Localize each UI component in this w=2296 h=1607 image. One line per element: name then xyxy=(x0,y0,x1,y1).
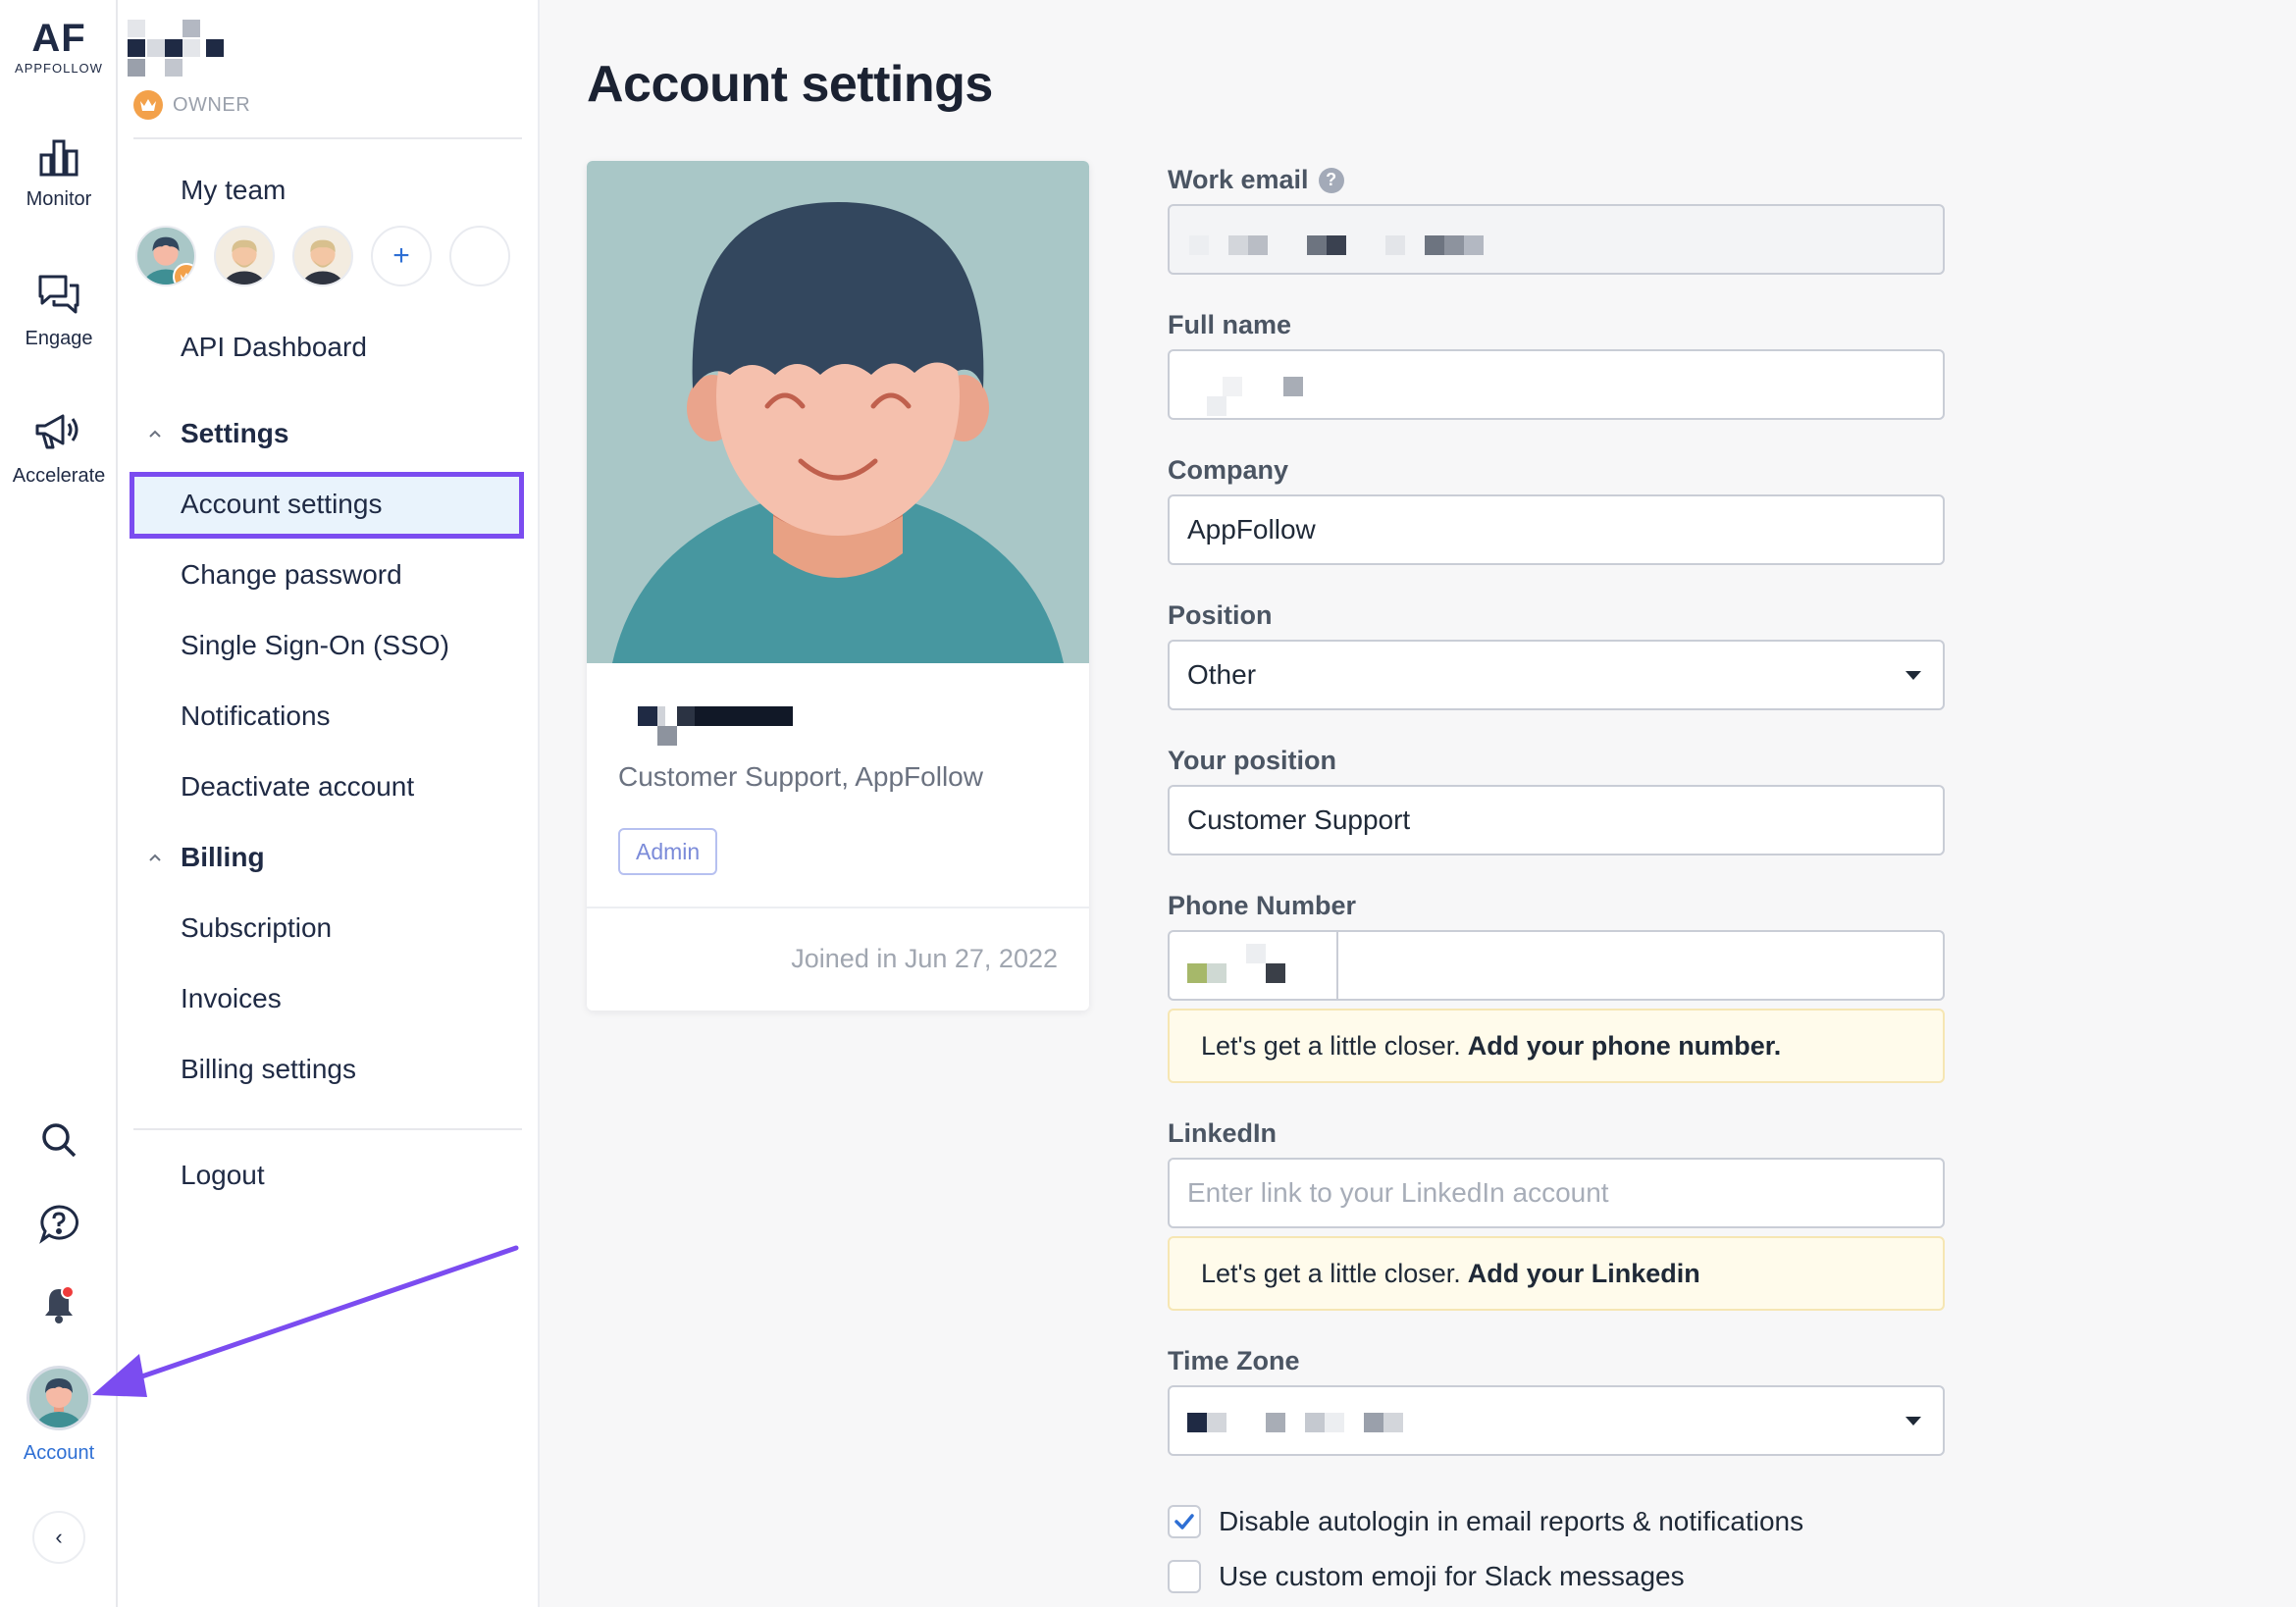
nav-notifications[interactable]: Notifications xyxy=(181,700,331,732)
notification-dot xyxy=(61,1285,75,1299)
nav-account-settings[interactable]: Account settings xyxy=(181,489,382,520)
empty-avatar-slot[interactable] xyxy=(449,226,510,286)
help-circle-icon xyxy=(39,1205,78,1244)
avatar[interactable] xyxy=(135,226,196,286)
checkmark-icon xyxy=(1174,1514,1194,1529)
profile-role: Customer Support, AppFollow xyxy=(618,761,983,792)
company-value: AppFollow xyxy=(1187,514,1316,544)
divider xyxy=(133,137,522,139)
nav-deactivate-account[interactable]: Deactivate account xyxy=(181,771,414,803)
appfollow-logo[interactable]: AF APPFOLLOW xyxy=(14,18,104,76)
nav-subscription[interactable]: Subscription xyxy=(181,912,332,944)
company-label: Company xyxy=(1168,455,1289,485)
caret-down-icon xyxy=(1905,671,1921,680)
position-label: Position xyxy=(1168,600,1273,630)
chat-bubbles-icon xyxy=(38,275,79,314)
team-avatars: + xyxy=(135,226,510,286)
phone-label: Phone Number xyxy=(1168,891,1357,920)
joined-date: Joined in Jun 27, 2022 xyxy=(791,944,1058,973)
slack-emoji-checkbox[interactable] xyxy=(1168,1560,1201,1593)
billing-section-header[interactable]: Billing xyxy=(181,842,265,873)
rail-label-monitor: Monitor xyxy=(26,188,92,210)
linkedin-label: LinkedIn xyxy=(1168,1118,1278,1148)
avatar[interactable] xyxy=(214,226,275,286)
caret-down-icon xyxy=(1905,1417,1921,1426)
company-input[interactable]: AppFollow xyxy=(1168,494,1945,565)
your-position-input[interactable]: Customer Support xyxy=(1168,785,1945,855)
time-zone-select[interactable] xyxy=(1168,1385,1945,1456)
nav-api-dashboard[interactable]: API Dashboard xyxy=(181,332,367,363)
settings-section-header[interactable]: Settings xyxy=(181,418,288,449)
chevron-up-icon[interactable] xyxy=(147,426,163,441)
owner-label: OWNER xyxy=(173,93,251,116)
position-value: Other xyxy=(1187,659,1257,690)
rail-item-account[interactable]: Account xyxy=(0,1366,118,1465)
search-icon xyxy=(42,1123,77,1158)
rail-label-account: Account xyxy=(23,1442,95,1464)
full-name-label: Full name xyxy=(1168,310,1292,339)
search-button[interactable] xyxy=(0,1120,118,1160)
bar-chart-icon xyxy=(39,139,78,177)
megaphone-icon xyxy=(35,414,78,449)
rail-item-engage[interactable]: Engage xyxy=(0,273,118,350)
nav-billing-settings[interactable]: Billing settings xyxy=(181,1054,356,1085)
your-position-label: Your position xyxy=(1168,746,1336,775)
help-icon[interactable]: ? xyxy=(1318,167,1344,193)
nav-change-password[interactable]: Change password xyxy=(181,559,402,591)
nav-logout[interactable]: Logout xyxy=(181,1160,265,1191)
role-badge: Admin xyxy=(618,828,718,875)
owner-crown-icon xyxy=(173,263,194,285)
rail-label-accelerate: Accelerate xyxy=(12,465,106,487)
collapse-sidebar-button[interactable]: ‹ xyxy=(32,1511,85,1564)
crown-icon xyxy=(133,90,163,120)
autologin-checkbox[interactable] xyxy=(1168,1505,1201,1538)
phone-divider xyxy=(1336,932,1338,999)
profile-card: Customer Support, AppFollow Admin Joined… xyxy=(587,161,1089,1011)
rail-label-engage: Engage xyxy=(25,328,93,349)
notifications-button[interactable] xyxy=(0,1285,118,1326)
phone-notice-text: Let's get a little closer. xyxy=(1201,1030,1461,1061)
primary-rail: AF APPFOLLOW Monitor Engage Accelerate A… xyxy=(0,0,118,1607)
work-email-label: Work email ? xyxy=(1168,165,1344,195)
slack-emoji-checkbox-row[interactable]: Use custom emoji for Slack messages xyxy=(1168,1560,1685,1593)
add-team-member-button[interactable]: + xyxy=(371,226,432,286)
nav-my-team[interactable]: My team xyxy=(181,175,286,206)
linkedin-notice-text: Let's get a little closer. xyxy=(1201,1258,1461,1288)
profile-picture[interactable] xyxy=(587,161,1089,663)
nav-invoices[interactable]: Invoices xyxy=(181,983,282,1014)
work-email-field[interactable] xyxy=(1168,204,1945,275)
divider xyxy=(587,907,1089,908)
linkedin-input[interactable]: Enter link to your LinkedIn account xyxy=(1168,1158,1945,1228)
slack-emoji-checkbox-label: Use custom emoji for Slack messages xyxy=(1219,1561,1685,1591)
add-phone-link[interactable]: Add your phone number. xyxy=(1468,1031,1782,1062)
work-email-label-text: Work email xyxy=(1168,165,1309,194)
divider xyxy=(133,1128,522,1130)
position-select[interactable]: Other xyxy=(1168,640,1945,710)
workspace-role: OWNER xyxy=(133,90,250,120)
your-position-value: Customer Support xyxy=(1187,804,1411,835)
nav-sso[interactable]: Single Sign-On (SSO) xyxy=(181,630,449,661)
autologin-checkbox-row[interactable]: Disable autologin in email reports & not… xyxy=(1168,1505,1803,1538)
linkedin-notice: Let's get a little closer. Add your Link… xyxy=(1168,1236,1945,1311)
avatar[interactable] xyxy=(292,226,353,286)
page-title: Account settings xyxy=(587,56,993,113)
full-name-input[interactable] xyxy=(1168,349,1945,420)
chevron-left-icon: ‹ xyxy=(55,1525,63,1549)
help-button[interactable] xyxy=(0,1203,118,1244)
logo-mark: AF xyxy=(31,17,86,60)
rail-item-monitor[interactable]: Monitor xyxy=(0,137,118,211)
account-avatar xyxy=(26,1366,91,1430)
phone-input[interactable] xyxy=(1168,930,1945,1001)
autologin-checkbox-label: Disable autologin in email reports & not… xyxy=(1219,1506,1804,1536)
linkedin-placeholder: Enter link to your LinkedIn account xyxy=(1187,1177,1609,1208)
add-linkedin-link[interactable]: Add your Linkedin xyxy=(1468,1259,1700,1289)
plus-icon: + xyxy=(392,239,410,272)
rail-item-accelerate[interactable]: Accelerate xyxy=(0,410,118,488)
time-zone-label: Time Zone xyxy=(1168,1346,1300,1375)
logo-wordmark: APPFOLLOW xyxy=(15,61,103,76)
chevron-up-icon[interactable] xyxy=(147,850,163,865)
phone-notice: Let's get a little closer. Add your phon… xyxy=(1168,1009,1945,1083)
settings-sidebar: OWNER My team + API Dashboard Settings A… xyxy=(118,0,540,1607)
